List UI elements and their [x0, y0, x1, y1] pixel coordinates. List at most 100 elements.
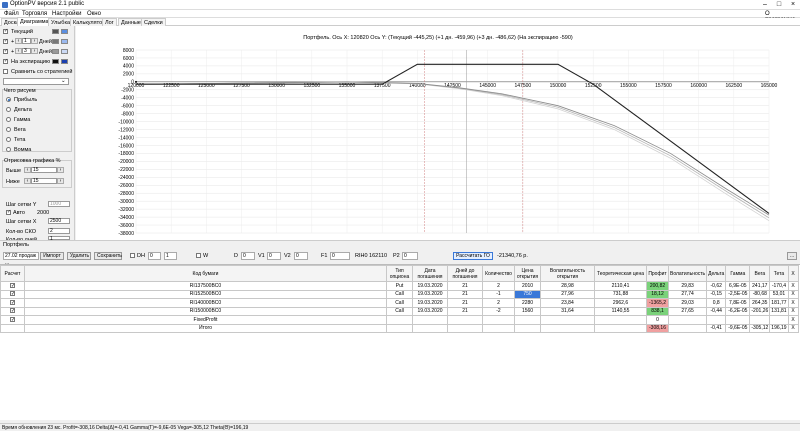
col-code[interactable]: Код бумаги	[24, 265, 387, 282]
row-calc-checkbox[interactable]: ✓	[0, 289, 25, 299]
top-decrement[interactable]: ‹	[24, 167, 31, 173]
cell-qty[interactable]: 2	[482, 298, 515, 308]
save-button[interactable]: Сохранить	[94, 252, 122, 260]
cell-qty[interactable]: -2	[482, 306, 515, 316]
dh-input-2[interactable]: 1	[164, 252, 177, 260]
col-days[interactable]: Дней до погашения	[447, 265, 483, 282]
w-checkbox[interactable]	[196, 253, 201, 258]
radio-theta[interactable]	[6, 137, 11, 142]
d-input[interactable]: 0	[241, 252, 255, 260]
menu-window[interactable]: Окно	[87, 11, 101, 17]
col-profit[interactable]: Профит	[646, 265, 669, 282]
table-row[interactable]: ✓ RI140000BC0 Call 19.03.2020 21 2 2280 23,84 29…	[0, 298, 799, 308]
plus1-color-swatch[interactable]	[52, 39, 59, 44]
radio-gamma[interactable]	[6, 117, 11, 122]
radio-delta[interactable]	[6, 107, 11, 112]
col-theo[interactable]: Теоретическая цена	[594, 265, 647, 282]
calc-go-button[interactable]: Рассчитать ГО	[453, 252, 493, 260]
plus3-color-swatch-2[interactable]	[61, 49, 68, 54]
v2-input[interactable]: 0	[294, 252, 308, 260]
current-color-swatch-2[interactable]	[61, 29, 68, 34]
auto-checkbox[interactable]	[6, 209, 11, 215]
portfolio-select[interactable]: 27.02 продаж ...	[3, 252, 39, 266]
close-button[interactable]: ×	[786, 0, 800, 10]
sko-input[interactable]: 2	[48, 228, 70, 234]
delete-button[interactable]: Удалить	[67, 252, 91, 260]
current-color-swatch[interactable]	[52, 29, 59, 34]
plus1-increment[interactable]: ›	[31, 38, 38, 44]
plus3-increment[interactable]: ›	[31, 48, 38, 54]
row-calc-checkbox[interactable]: ✓	[0, 306, 25, 316]
cell-qty[interactable]: 2	[482, 281, 515, 291]
menu-settings[interactable]: Настройки	[52, 11, 81, 17]
tab-deals[interactable]: Сделки	[141, 18, 166, 26]
import-button[interactable]: Импорт	[40, 252, 64, 260]
tab-diagram[interactable]: Диаграмма	[17, 17, 52, 26]
col-gamma[interactable]: Гамма	[725, 265, 751, 282]
cell-price[interactable]: 1560	[514, 306, 541, 316]
col-x[interactable]: X	[787, 265, 799, 282]
plus1-checkbox[interactable]	[3, 38, 8, 44]
col-theta[interactable]: Тета	[769, 265, 789, 282]
row-calc-checkbox[interactable]: ✓	[0, 281, 25, 291]
col-date[interactable]: Дата погашения	[412, 265, 448, 282]
col-type[interactable]: Тип опциона	[386, 265, 413, 282]
grid-y-input[interactable]: 1000	[48, 201, 70, 207]
plus1-color-swatch-2[interactable]	[61, 39, 68, 44]
top-increment[interactable]: ›	[57, 167, 64, 173]
cell-x[interactable]: X	[787, 306, 799, 316]
expiry-checkbox[interactable]	[3, 58, 8, 64]
dh-input-1[interactable]: 0	[148, 252, 161, 260]
cell-price[interactable]: 2280	[514, 298, 541, 308]
cell-x[interactable]: X	[787, 323, 799, 333]
grid-x-input[interactable]: 2500	[48, 218, 70, 224]
top-input[interactable]: 15	[31, 167, 57, 173]
tab-data[interactable]: Данные	[118, 18, 144, 26]
p2-input[interactable]: 0	[402, 252, 418, 260]
cell-x[interactable]: X	[787, 315, 799, 325]
col-volopen[interactable]: Волатильность открытия	[540, 265, 595, 282]
plus3-days-input[interactable]: 3	[22, 48, 31, 54]
f1-input[interactable]: 0	[330, 252, 350, 260]
expiry-color-swatch[interactable]	[52, 59, 59, 64]
expiry-color-swatch-2[interactable]	[61, 59, 68, 64]
chevron-down-icon[interactable]: ⌄	[61, 78, 66, 84]
plus3-checkbox[interactable]	[3, 48, 8, 54]
cell-x[interactable]: X	[787, 281, 799, 291]
bottom-decrement[interactable]: ‹	[24, 178, 31, 184]
col-calc[interactable]: Расчет	[0, 265, 25, 282]
current-checkbox[interactable]	[3, 28, 8, 34]
col-delta[interactable]: Дельта	[706, 265, 727, 282]
plus3-decrement[interactable]: ‹	[15, 48, 22, 54]
plus3-color-swatch[interactable]	[52, 49, 59, 54]
table-row[interactable]: ✓ RI150000BC0 Call 19.03.2020 21 -2 1560 31,64 1…	[0, 306, 799, 316]
bottom-increment[interactable]: ›	[57, 178, 64, 184]
cell-x[interactable]: X	[787, 298, 799, 308]
row-calc-checkbox[interactable]: ✓	[0, 298, 25, 308]
maximize-button[interactable]: □	[772, 0, 786, 10]
payoff-chart[interactable]: 80006000400020000-2000-4000-6000-8000-10…	[76, 26, 800, 240]
cell-x[interactable]: X	[787, 289, 799, 299]
plus1-decrement[interactable]: ‹	[15, 38, 22, 44]
tab-log[interactable]: Лог	[102, 18, 117, 26]
cell-qty[interactable]: -1	[482, 289, 515, 299]
radio-profit[interactable]	[6, 97, 11, 102]
minimize-button[interactable]: –	[758, 0, 772, 10]
radio-vomma[interactable]	[6, 147, 11, 152]
radio-vega[interactable]	[6, 127, 11, 132]
col-vol[interactable]: Волатильность	[667, 265, 708, 282]
col-vega[interactable]: Вега	[749, 265, 771, 282]
table-row[interactable]: ✓ RI152500BC0 Call 19.03.2020 21 -1 750 27,96 73…	[0, 289, 799, 299]
table-row[interactable]: ✓ RI137500BC0 Put 19.03.2020 21 2 2010 28,98 211…	[0, 281, 799, 291]
plus1-days-input[interactable]: 1	[22, 38, 31, 44]
col-price[interactable]: Цена открытия	[514, 265, 541, 282]
dh-checkbox[interactable]	[130, 253, 135, 258]
bottom-input[interactable]: 15	[31, 178, 57, 184]
strategy-select[interactable]	[3, 78, 69, 85]
more-button[interactable]: ...	[787, 252, 797, 260]
v1-input[interactable]: 0	[267, 252, 281, 260]
compare-checkbox[interactable]	[3, 69, 8, 74]
cell-price[interactable]: 750	[514, 289, 541, 299]
cell-price[interactable]: 2010	[514, 281, 541, 291]
col-qty[interactable]: Количество	[482, 265, 515, 282]
